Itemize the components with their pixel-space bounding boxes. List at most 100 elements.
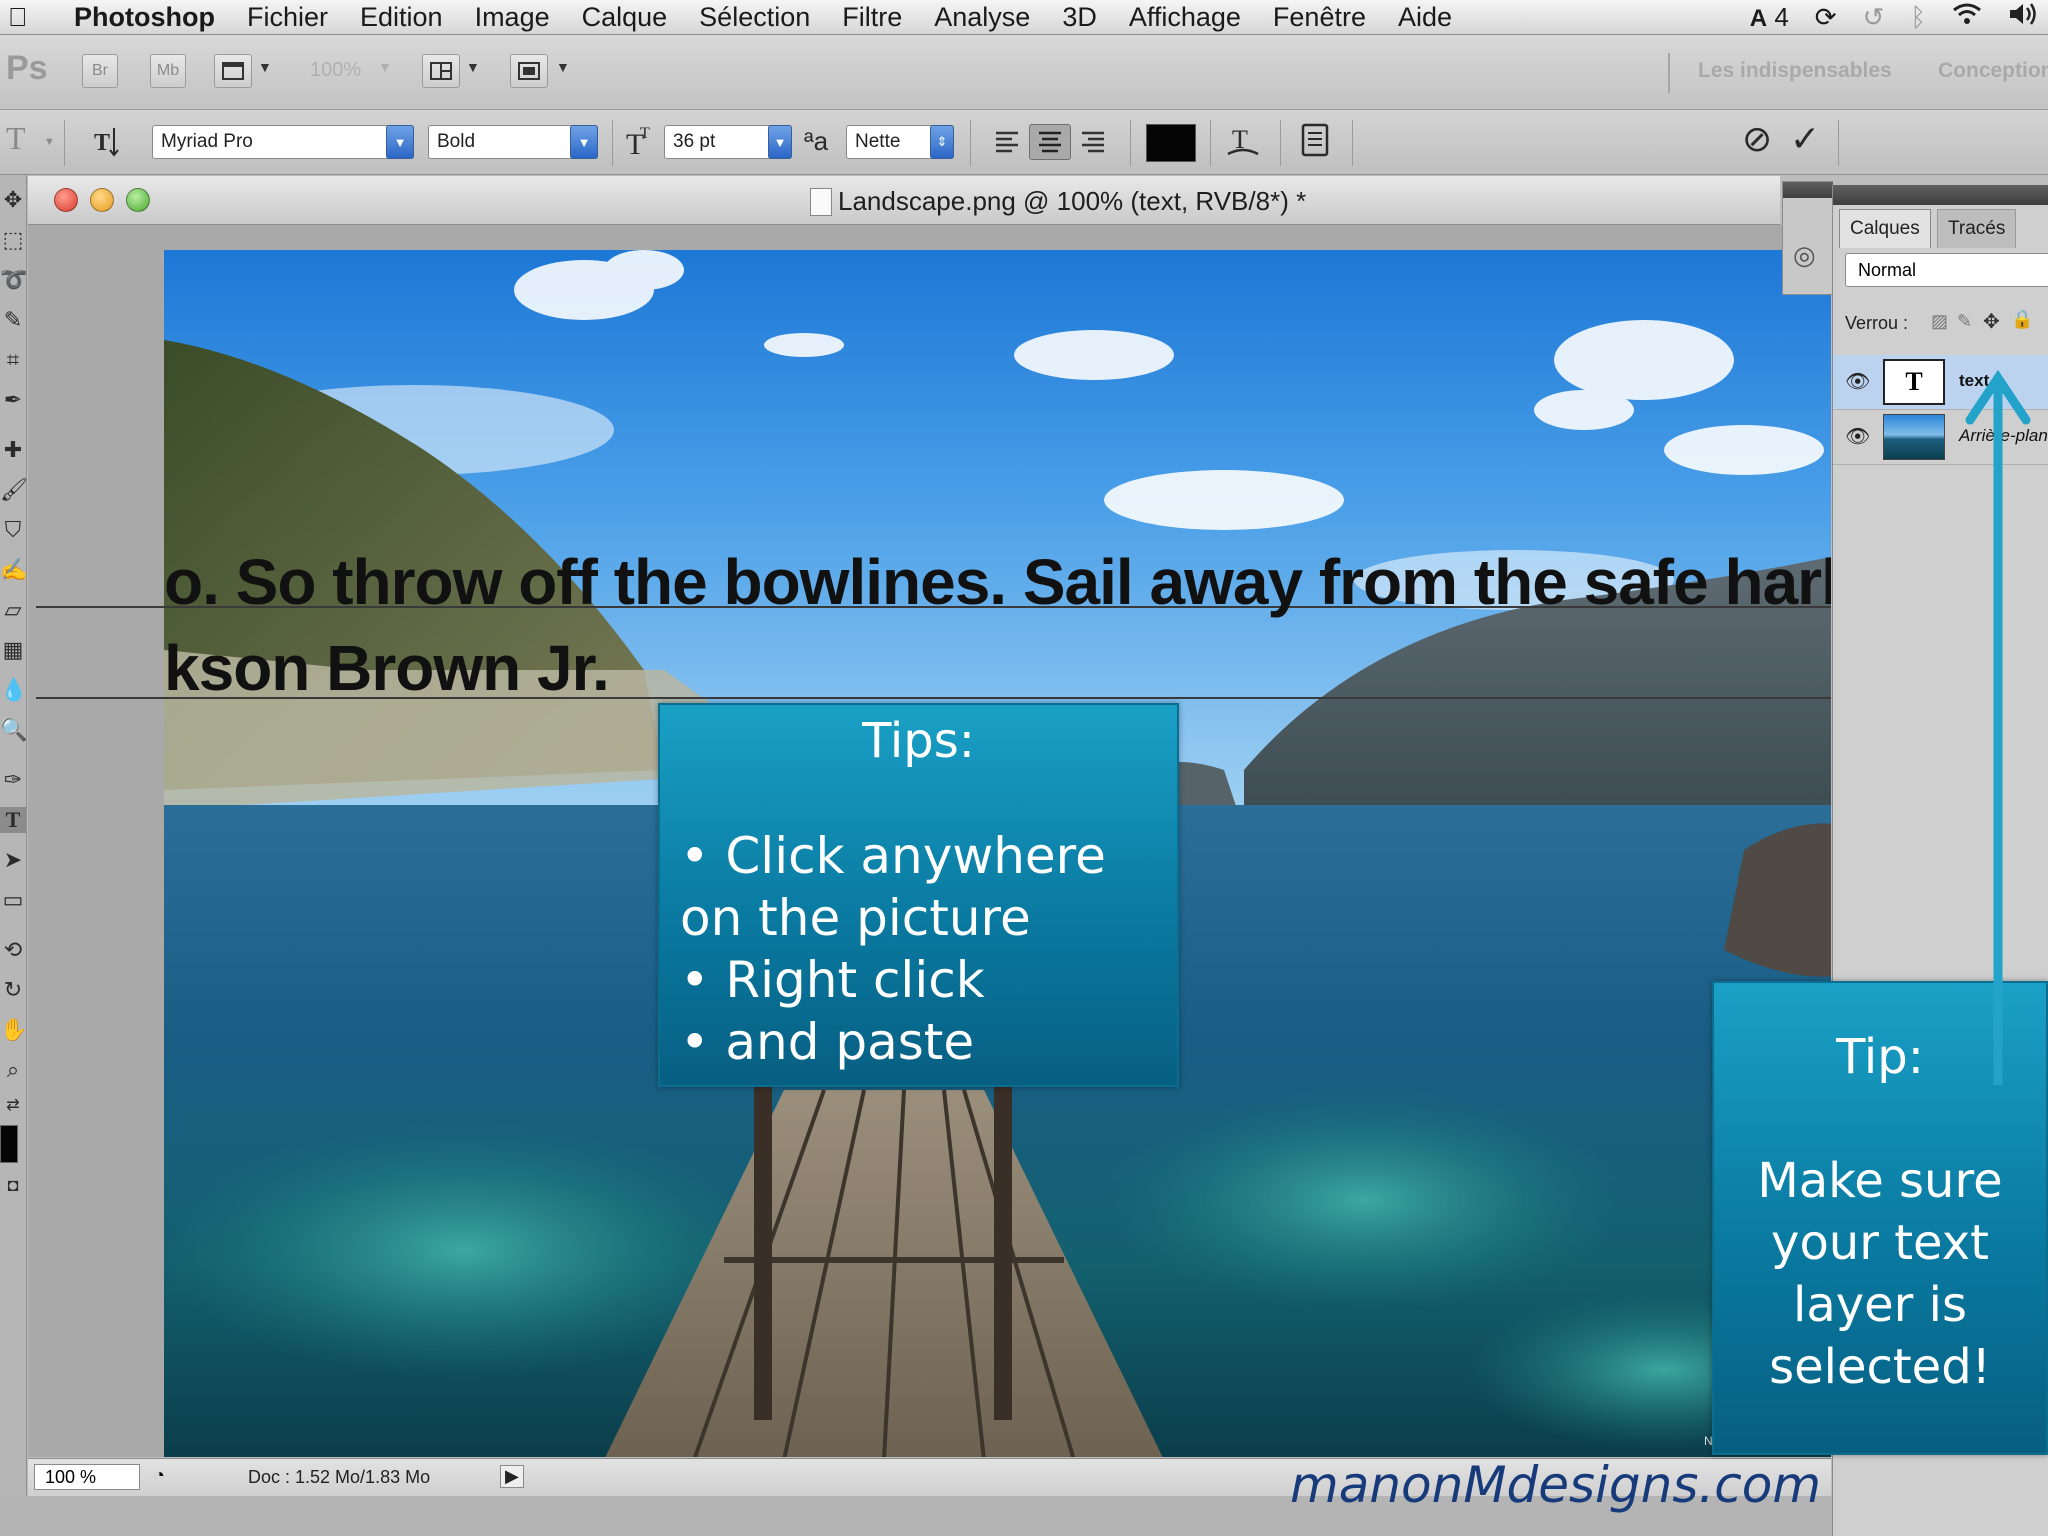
zoom-tool-icon[interactable]: ⌕ (0, 1057, 26, 1083)
text-color-swatch[interactable] (1146, 124, 1196, 162)
align-right-icon[interactable] (1071, 124, 1114, 160)
move-tool-icon[interactable]: ✥ (0, 187, 26, 213)
screen-mode-dropdown-icon[interactable]: ▼ (556, 59, 570, 75)
minimize-window-icon[interactable] (90, 188, 114, 212)
workspace-essentials[interactable]: Les indispensables (1698, 59, 1892, 83)
font-size-value: 36 pt (673, 131, 716, 152)
sync-icon[interactable]: ⟳ (1815, 2, 1837, 33)
status-info-icon[interactable]: ◔ (154, 1465, 165, 1486)
menu-affichage[interactable]: Affichage (1129, 2, 1241, 33)
align-left-icon[interactable] (986, 124, 1029, 160)
dock-header (1783, 182, 1833, 198)
menu-app-photoshop[interactable]: Photoshop (74, 2, 215, 33)
status-menu-arrow-icon[interactable]: ▶ (500, 1465, 524, 1488)
swap-colors-icon[interactable]: ⇄ (0, 1095, 26, 1115)
font-size-dropdown-icon[interactable]: ▼ (768, 125, 792, 159)
workspace-design[interactable]: Conception (1938, 59, 2048, 83)
history-brush-tool-icon[interactable]: ✍ (0, 557, 27, 583)
shape-tool-icon[interactable]: ▭ (0, 887, 26, 913)
menu-analyse[interactable]: Analyse (934, 2, 1030, 33)
dodge-tool-icon[interactable]: 🔍 (0, 717, 27, 743)
options-separator (1130, 120, 1131, 166)
tab-calques[interactable]: Calques (1839, 209, 1931, 248)
menu-calque[interactable]: Calque (582, 2, 668, 33)
font-style-dropdown-icon[interactable]: ▼ (570, 125, 598, 159)
arrange-dropdown-icon[interactable]: ▼ (466, 59, 480, 75)
quick-mask-icon[interactable]: ◘ (0, 1175, 26, 1196)
gradient-tool-icon[interactable]: ▦ (0, 637, 26, 663)
mini-bridge-button[interactable]: Mb (150, 54, 186, 88)
clone-stamp-tool-icon[interactable]: ⛉ (0, 517, 26, 543)
menu-image[interactable]: Image (475, 2, 550, 33)
type-tool-icon[interactable]: T (0, 807, 26, 833)
arrange-documents-icon[interactable] (422, 54, 460, 88)
zoom-field[interactable]: 100 % (34, 1464, 140, 1490)
volume-icon[interactable] (2008, 2, 2038, 33)
foreground-color-swatch[interactable] (0, 1125, 18, 1163)
align-center-icon[interactable] (1028, 124, 1072, 160)
antialias-select[interactable]: Nette ⇕ (846, 125, 954, 159)
bridge-button[interactable]: Br (82, 54, 118, 88)
zoom-window-icon[interactable] (126, 188, 150, 212)
cancel-edit-icon[interactable]: ⊘ (1742, 118, 1772, 160)
blur-tool-icon[interactable]: 💧 (0, 677, 27, 703)
lock-transparency-icon[interactable]: ▨ (1931, 311, 1948, 332)
character-panel-icon[interactable] (1300, 122, 1330, 166)
pen-tool-icon[interactable]: ✑ (0, 767, 26, 793)
zoom-level-menu[interactable]: 100% (310, 59, 361, 82)
font-family-dropdown-icon[interactable]: ▼ (386, 125, 414, 159)
lock-pixels-icon[interactable]: ✎ (1957, 311, 1972, 332)
hand-tool-icon[interactable]: ✋ (0, 1017, 27, 1043)
lock-all-icon[interactable]: 🔒 (2011, 309, 2033, 330)
warp-text-icon[interactable]: T (1226, 122, 1260, 168)
tool-preset-type-icon[interactable]: T (6, 120, 26, 157)
time-machine-icon[interactable]: ↺ (1863, 2, 1885, 33)
view-extras-icon[interactable] (214, 54, 252, 88)
apple-icon[interactable]:  (8, 2, 44, 33)
quick-selection-tool-icon[interactable]: ✎ (0, 307, 26, 333)
close-window-icon[interactable] (54, 188, 78, 212)
layer-row-text[interactable]: 👁 T text (1833, 355, 2048, 410)
tab-traces[interactable]: Tracés (1937, 209, 2017, 248)
marquee-tool-icon[interactable]: ⬚ (0, 227, 26, 253)
zoom-dropdown-icon[interactable]: ▼ (378, 59, 392, 75)
document-title-bar: Landscape.png @ 100% (text, RVB/8*) * (28, 176, 1780, 225)
view-extras-dropdown-icon[interactable]: ▼ (258, 59, 272, 75)
visibility-eye-icon[interactable]: 👁 (1845, 369, 1870, 394)
antialias-stepper-icon[interactable]: ⇕ (930, 125, 954, 159)
blend-mode-select[interactable]: Normal (1845, 253, 2048, 287)
visibility-eye-icon[interactable]: 👁 (1845, 424, 1870, 449)
dock-panel-icon[interactable]: ◎ (1793, 240, 1816, 271)
path-selection-tool-icon[interactable]: ➤ (0, 847, 26, 873)
text-orientation-icon[interactable]: T (92, 124, 122, 166)
lock-position-icon[interactable]: ✥ (1983, 309, 2000, 334)
menu-3d[interactable]: 3D (1062, 2, 1097, 33)
menu-selection[interactable]: Sélection (699, 2, 810, 33)
font-family-select[interactable]: Myriad Pro ▼ (152, 125, 414, 159)
brush-tool-icon[interactable]: 🖌 (0, 477, 28, 503)
healing-brush-tool-icon[interactable]: ✚ (0, 437, 26, 463)
3d-rotate-tool-icon[interactable]: ⟲ (0, 937, 26, 963)
menu-filtre[interactable]: Filtre (842, 2, 902, 33)
lasso-tool-icon[interactable]: ➰ (0, 267, 27, 293)
commit-edit-icon[interactable]: ✓ (1790, 118, 1820, 160)
eraser-tool-icon[interactable]: ▱ (0, 597, 26, 623)
menu-fenetre[interactable]: Fenêtre (1273, 2, 1366, 33)
menu-aide[interactable]: Aide (1398, 2, 1452, 33)
tip-title: Tip: (1836, 1029, 1924, 1085)
menu-fichier[interactable]: Fichier (247, 2, 328, 33)
text-layer-line-1[interactable]: o. So throw off the bowlines. Sail away … (164, 545, 1831, 619)
layer-row-background[interactable]: 👁 Arrière-plan (1833, 410, 2048, 465)
menu-edition[interactable]: Edition (360, 2, 443, 33)
screen-mode-icon[interactable] (510, 54, 548, 88)
eyedropper-tool-icon[interactable]: ✒ (0, 387, 26, 413)
font-size-select[interactable]: 36 pt ▼ (664, 125, 792, 159)
bluetooth-icon[interactable]: ᛒ (1910, 2, 1926, 33)
3d-orbit-tool-icon[interactable]: ↻ (0, 977, 26, 1003)
tool-preset-dropdown-icon[interactable]: ▼ (44, 136, 55, 148)
wifi-icon[interactable] (1952, 2, 1982, 33)
crop-tool-icon[interactable]: ⌗ (0, 347, 26, 373)
font-style-select[interactable]: Bold ▼ (428, 125, 598, 159)
adobe-updates-icon[interactable]: A 4 (1750, 2, 1789, 33)
text-layer-line-2[interactable]: kson Brown Jr. (164, 631, 610, 705)
